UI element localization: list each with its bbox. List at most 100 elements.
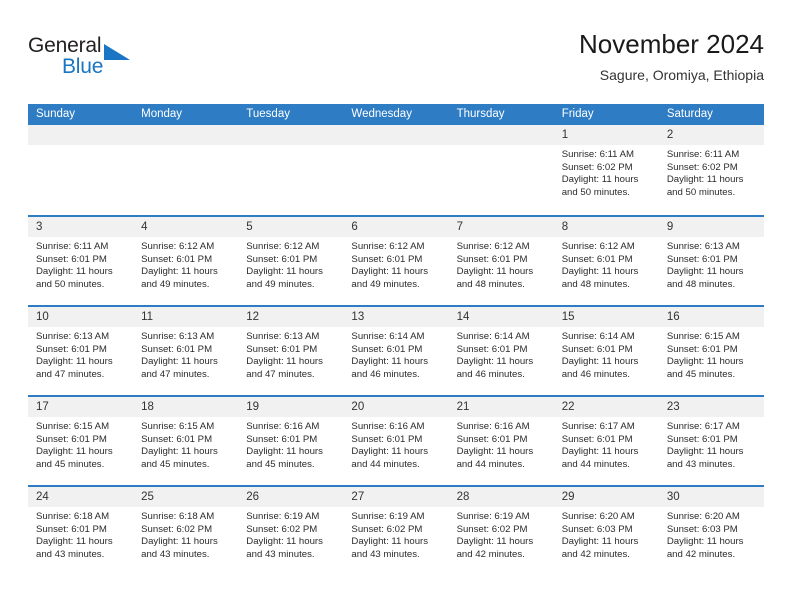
calendar-day-cell[interactable]: 22 Sunrise: 6:17 AM Sunset: 6:01 PM Dayligh… [553, 397, 659, 485]
day-number: 25 [133, 487, 239, 507]
day-sun-info: Sunrise: 6:15 AM Sunset: 6:01 PM Daylight:… [28, 417, 133, 471]
sunrise-text: Sunrise: 6:20 AM [666, 511, 740, 522]
calendar-day-cell[interactable]: 18 Sunrise: 6:15 AM Sunset: 6:01 PM Dayligh… [133, 397, 239, 485]
day-sun-info: Sunrise: 6:18 AM Sunset: 6:02 PM Daylight:… [133, 507, 238, 561]
sunset-text: Sunset: 6:01 PM [36, 253, 107, 265]
calendar-day-cell[interactable]: 4 Sunrise: 6:12 AM Sunset: 6:01 PM Daylight… [133, 217, 239, 305]
calendar-day-cell[interactable]: 29 Sunrise: 6:20 AM Sunset: 6:03 PM Dayligh… [553, 487, 659, 575]
calendar-weeks: 1 Sunrise: 6:11 AM Sunset: 6:02 PM Daylight… [28, 125, 764, 575]
day-sun-info: Sunrise: 6:19 AM Sunset: 6:02 PM Daylight:… [449, 507, 554, 561]
day-sun-info: Sunrise: 6:20 AM Sunset: 6:03 PM Daylight:… [659, 507, 764, 561]
sunset-text: Sunset: 6:01 PM [141, 343, 213, 355]
calendar-day-cell-empty [133, 125, 239, 215]
day-number: 29 [553, 487, 659, 507]
calendar-day-cell[interactable]: 6 Sunrise: 6:12 AM Sunset: 6:01 PM Daylight… [343, 217, 449, 305]
day-number: 22 [553, 397, 659, 417]
calendar-day-cell[interactable]: 13 Sunrise: 6:14 AM Sunset: 6:01 PM Dayligh… [343, 307, 449, 395]
daylight-text: Daylight: 11 hours and 48 minutes. [666, 266, 744, 290]
sunrise-text: Sunrise: 6:12 AM [456, 241, 530, 252]
day-sun-info: Sunrise: 6:12 AM Sunset: 6:01 PM Daylight:… [554, 237, 659, 291]
calendar-day-cell[interactable]: 20 Sunrise: 6:16 AM Sunset: 6:01 PM Dayligh… [343, 397, 449, 485]
daylight-text: Daylight: 11 hours and 45 minutes. [246, 446, 323, 470]
day-number: 24 [28, 487, 134, 507]
daylight-text: Daylight: 11 hours and 47 minutes. [141, 356, 218, 380]
day-number: 19 [238, 397, 344, 417]
calendar-day-cell[interactable]: 21 Sunrise: 6:16 AM Sunset: 6:01 PM Dayligh… [448, 397, 554, 485]
daylight-text: Daylight: 11 hours and 48 minutes. [561, 266, 639, 290]
weekday-header-thursday: Thursday [456, 108, 505, 120]
calendar-day-cell[interactable]: 7 Sunrise: 6:12 AM Sunset: 6:01 PM Daylight… [448, 217, 554, 305]
calendar-day-cell[interactable]: 1 Sunrise: 6:11 AM Sunset: 6:02 PM Daylight… [553, 125, 659, 215]
day-sun-info: Sunrise: 6:12 AM Sunset: 6:01 PM Daylight:… [238, 237, 343, 291]
day-number: 9 [658, 217, 764, 237]
daylight-text: Daylight: 11 hours and 45 minutes. [666, 356, 744, 380]
day-number: 4 [133, 217, 239, 237]
day-number: 8 [553, 217, 659, 237]
day-sun-info: Sunrise: 6:17 AM Sunset: 6:01 PM Daylight:… [659, 417, 764, 471]
calendar-day-cell[interactable]: 30 Sunrise: 6:20 AM Sunset: 6:03 PM Dayligh… [658, 487, 764, 575]
sunrise-text: Sunrise: 6:11 AM [666, 149, 740, 160]
calendar-day-cell[interactable]: 27 Sunrise: 6:19 AM Sunset: 6:02 PM Dayligh… [343, 487, 449, 575]
sunset-text: Sunset: 6:02 PM [141, 523, 213, 535]
calendar-day-cell[interactable]: 3 Sunrise: 6:11 AM Sunset: 6:01 PM Daylight… [28, 217, 134, 305]
calendar-day-cell[interactable]: 24 Sunrise: 6:18 AM Sunset: 6:01 PM Dayligh… [28, 487, 134, 575]
sunset-text: Sunset: 6:01 PM [141, 433, 213, 445]
sunset-text: Sunset: 6:01 PM [456, 253, 528, 265]
calendar-day-cell[interactable]: 23 Sunrise: 6:17 AM Sunset: 6:01 PM Dayligh… [658, 397, 764, 485]
sunrise-text: Sunrise: 6:13 AM [36, 331, 110, 342]
sunrise-text: Sunrise: 6:16 AM [246, 421, 320, 432]
day-number: 7 [448, 217, 554, 237]
calendar-day-cell[interactable]: 11 Sunrise: 6:13 AM Sunset: 6:01 PM Dayligh… [133, 307, 239, 395]
calendar-day-cell[interactable]: 14 Sunrise: 6:14 AM Sunset: 6:01 PM Dayligh… [448, 307, 554, 395]
day-number: 3 [28, 217, 134, 237]
calendar-day-cell[interactable]: 17 Sunrise: 6:15 AM Sunset: 6:01 PM Dayligh… [28, 397, 134, 485]
calendar-grid: Sunday Monday Tuesday Wednesday Thursday… [28, 104, 764, 575]
sunset-text: Sunset: 6:03 PM [666, 523, 738, 535]
sunset-text: Sunset: 6:02 PM [246, 523, 318, 535]
calendar-day-cell-empty [238, 125, 344, 215]
sunrise-text: Sunrise: 6:16 AM [351, 421, 425, 432]
calendar-day-cell[interactable]: 9 Sunrise: 6:13 AM Sunset: 6:01 PM Daylight… [658, 217, 764, 305]
sunset-text: Sunset: 6:01 PM [141, 253, 213, 265]
day-number: 17 [28, 397, 134, 417]
daylight-text: Daylight: 11 hours and 47 minutes. [246, 356, 323, 380]
calendar-day-cell[interactable]: 10 Sunrise: 6:13 AM Sunset: 6:01 PM Dayligh… [28, 307, 134, 395]
page-title: November 2024 [579, 29, 764, 59]
calendar-day-cell[interactable]: 5 Sunrise: 6:12 AM Sunset: 6:01 PM Daylight… [238, 217, 344, 305]
calendar-week-row: 3 Sunrise: 6:11 AM Sunset: 6:01 PM Daylight… [28, 215, 764, 305]
calendar-day-cell[interactable]: 12 Sunrise: 6:13 AM Sunset: 6:01 PM Dayligh… [238, 307, 344, 395]
sunrise-text: Sunrise: 6:16 AM [456, 421, 530, 432]
sunrise-text: Sunrise: 6:19 AM [456, 511, 530, 522]
day-number: 21 [448, 397, 554, 417]
day-number: 10 [28, 307, 134, 327]
sunset-text: Sunset: 6:01 PM [351, 433, 423, 445]
calendar-day-cell[interactable]: 26 Sunrise: 6:19 AM Sunset: 6:02 PM Dayligh… [238, 487, 344, 575]
calendar-day-cell[interactable]: 28 Sunrise: 6:19 AM Sunset: 6:02 PM Dayligh… [448, 487, 554, 575]
sunrise-text: Sunrise: 6:18 AM [36, 511, 110, 522]
sunset-text: Sunset: 6:01 PM [351, 253, 423, 265]
daylight-text: Daylight: 11 hours and 45 minutes. [141, 446, 218, 470]
day-sun-info: Sunrise: 6:12 AM Sunset: 6:01 PM Daylight:… [133, 237, 238, 291]
day-number [28, 125, 134, 145]
sunrise-text: Sunrise: 6:12 AM [351, 241, 425, 252]
sunset-text: Sunset: 6:01 PM [246, 433, 318, 445]
day-sun-info: Sunrise: 6:15 AM Sunset: 6:01 PM Daylight:… [133, 417, 238, 471]
sunset-text: Sunset: 6:02 PM [666, 161, 738, 173]
calendar-day-cell[interactable]: 16 Sunrise: 6:15 AM Sunset: 6:01 PM Dayligh… [658, 307, 764, 395]
sunset-text: Sunset: 6:01 PM [351, 343, 423, 355]
calendar-day-cell[interactable]: 19 Sunrise: 6:16 AM Sunset: 6:01 PM Dayligh… [238, 397, 344, 485]
daylight-text: Daylight: 11 hours and 43 minutes. [666, 446, 744, 470]
calendar-day-cell[interactable]: 25 Sunrise: 6:18 AM Sunset: 6:02 PM Dayligh… [133, 487, 239, 575]
sunset-text: Sunset: 6:02 PM [456, 523, 528, 535]
calendar-day-cell[interactable]: 15 Sunrise: 6:14 AM Sunset: 6:01 PM Dayligh… [553, 307, 659, 395]
sunrise-text: Sunrise: 6:13 AM [666, 241, 740, 252]
calendar-day-cell[interactable]: 8 Sunrise: 6:12 AM Sunset: 6:01 PM Daylight… [553, 217, 659, 305]
general-blue-logo[interactable]: General Blue [28, 34, 198, 90]
daylight-text: Daylight: 11 hours and 43 minutes. [351, 536, 429, 560]
daylight-text: Daylight: 11 hours and 50 minutes. [561, 174, 639, 198]
daylight-text: Daylight: 11 hours and 49 minutes. [246, 266, 323, 290]
calendar-day-cell[interactable]: 2 Sunrise: 6:11 AM Sunset: 6:02 PM Daylight… [658, 125, 764, 215]
weekday-header-monday: Monday [141, 108, 183, 120]
sunrise-text: Sunrise: 6:11 AM [36, 241, 109, 252]
daylight-text: Daylight: 11 hours and 44 minutes. [456, 446, 534, 470]
